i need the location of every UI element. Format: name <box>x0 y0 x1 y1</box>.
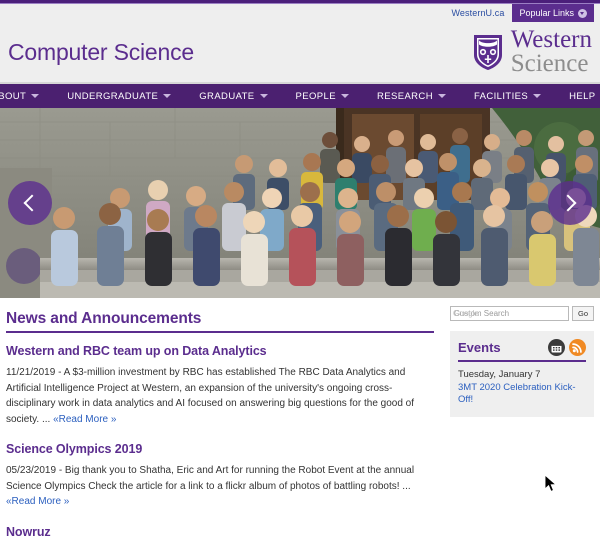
chevron-down-icon <box>31 94 40 98</box>
news-item: Western and RBC team up on Data Analytic… <box>6 344 434 427</box>
westernu-link[interactable]: WesternU.ca <box>444 4 513 22</box>
nav-label: ABOUT <box>0 90 27 102</box>
calendar-icon[interactable] <box>548 339 565 356</box>
news-text: 05/23/2019 - Big thank you to Shatha, Er… <box>6 465 415 492</box>
event-date: Tuesday, January 7 <box>458 369 541 380</box>
events-header: Events <box>458 339 586 362</box>
chevron-down-icon <box>259 94 268 98</box>
main-navigation: ABOUT UNDERGRADUATE GRADUATE PEOPLE RESE… <box>0 82 600 108</box>
utility-bar: WesternU.ca Popular Links <box>0 4 600 22</box>
chevron-down-icon <box>163 94 172 98</box>
news-column: News and Announcements Western and RBC t… <box>0 298 448 548</box>
news-body: 11/21/2019 - A $3-million investment by … <box>6 365 434 427</box>
chevron-down-icon <box>340 94 349 98</box>
masthead: Computer Science Western Science <box>0 22 600 82</box>
read-more-link[interactable]: «Read More » <box>53 414 116 425</box>
news-body: 05/23/2019 - Big thank you to Shatha, Er… <box>6 463 434 510</box>
nav-item-undergraduate[interactable]: UNDERGRADUATE <box>53 84 185 108</box>
news-item: Nowruz 03/20/2019 - Thank you to the Ira… <box>6 525 434 548</box>
western-shield-icon <box>473 35 502 70</box>
nav-item-people[interactable]: PEOPLE <box>282 84 363 108</box>
site-title: Computer Science <box>8 38 194 65</box>
events-title: Events <box>458 340 501 355</box>
sidebar: Google Go Events <box>448 298 600 548</box>
nav-label: UNDERGRADUATE <box>67 90 159 102</box>
popular-links-label: Popular Links <box>519 8 574 18</box>
nav-item-graduate[interactable]: GRADUATE <box>185 84 281 108</box>
events-icon-group <box>548 339 586 356</box>
rss-feed-icon[interactable] <box>569 339 586 356</box>
page-content: News and Announcements Western and RBC t… <box>0 298 600 548</box>
nav-item-facilities[interactable]: FACILITIES <box>460 84 555 108</box>
page-title: News and Announcements <box>6 310 434 333</box>
nav-item-about[interactable]: ABOUT <box>0 84 53 108</box>
read-more-link[interactable]: «Read More » <box>6 496 69 507</box>
event-link[interactable]: 3MT 2020 Celebration Kick-Off! <box>458 382 586 407</box>
carousel-next-button[interactable] <box>548 181 592 225</box>
hero-group-photo <box>0 108 600 298</box>
nav-label: HELP <box>569 90 596 102</box>
news-title-link[interactable]: Nowruz <box>6 525 434 539</box>
popular-links-button[interactable]: Popular Links <box>512 4 594 22</box>
chevron-down-icon <box>533 94 542 98</box>
events-panel: Events Tuesday, January 7 3MT 2020 Celeb… <box>450 331 594 417</box>
hero-carousel <box>0 108 600 298</box>
search-go-button[interactable]: Go <box>572 306 594 321</box>
search-form: Google Go <box>450 306 594 321</box>
chevron-right-icon <box>559 194 577 212</box>
search-input[interactable] <box>450 306 569 321</box>
nav-item-research[interactable]: RESEARCH <box>363 84 460 108</box>
search-input-wrap: Google <box>450 306 569 321</box>
nav-label: FACILITIES <box>473 90 529 102</box>
nav-label: GRADUATE <box>199 90 255 102</box>
chevron-down-circle-icon <box>578 8 587 18</box>
news-title-link[interactable]: Science Olympics 2019 <box>6 442 434 456</box>
western-science-logo[interactable]: Western Science <box>472 25 592 77</box>
brand-science-text: Science <box>510 50 589 77</box>
nav-label: PEOPLE <box>295 90 336 102</box>
chevron-left-icon <box>23 194 41 212</box>
brand-western-text: Western <box>510 25 592 53</box>
nav-label: RESEARCH <box>376 90 433 102</box>
chevron-down-icon <box>437 94 446 98</box>
news-title-link[interactable]: Western and RBC team up on Data Analytic… <box>6 344 434 358</box>
news-item: Science Olympics 2019 05/23/2019 - Big t… <box>6 442 434 510</box>
carousel-prev-button[interactable] <box>8 181 52 225</box>
nav-item-help[interactable]: HELP <box>555 84 600 108</box>
